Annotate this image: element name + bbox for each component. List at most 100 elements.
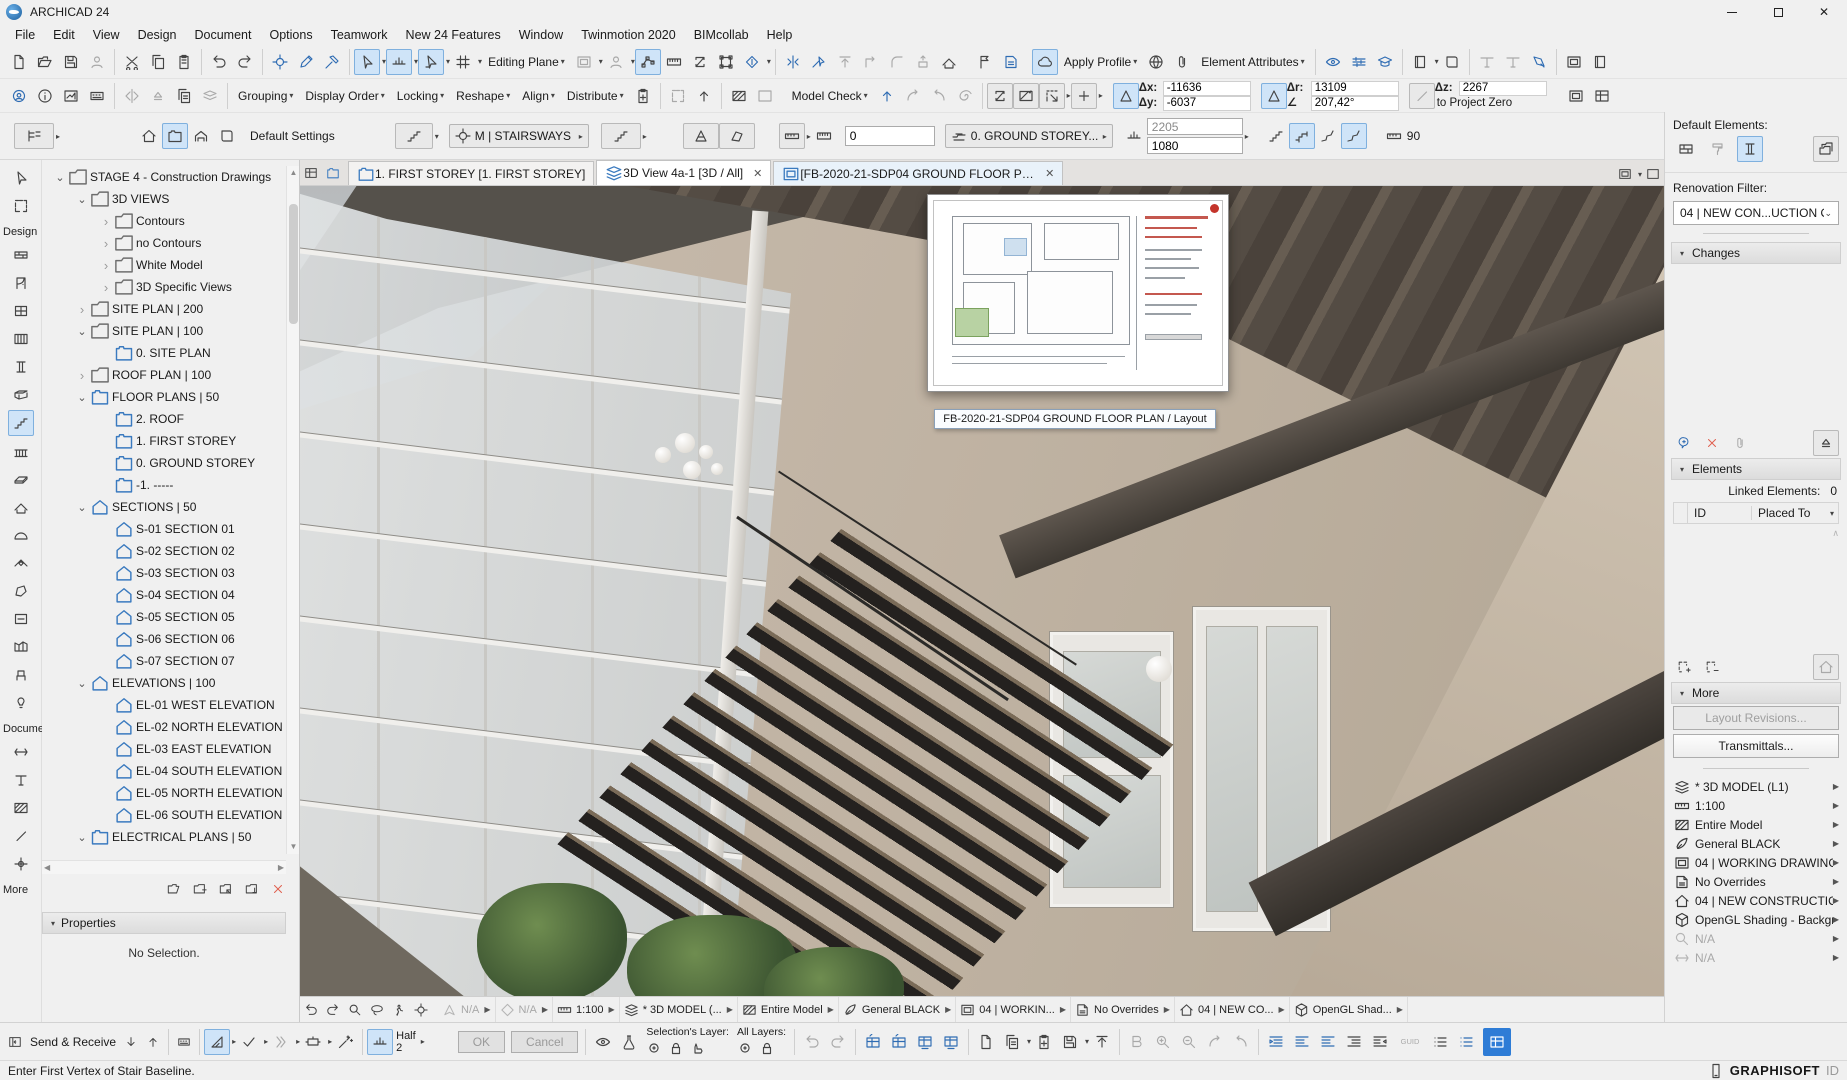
dimension-12-button[interactable] (661, 49, 687, 75)
hatch-toggle-button[interactable] (726, 83, 752, 109)
find-select-button[interactable] (267, 49, 293, 75)
reshape-dropdown[interactable]: Reshape▾ (450, 85, 516, 107)
eyeball-button[interactable] (590, 1029, 616, 1055)
navigator-pin-caret[interactable]: ▸ (56, 132, 60, 141)
transform-method-button[interactable] (300, 1029, 326, 1055)
home-storey-dropdown[interactable]: 0. GROUND STOREY...▸ (945, 124, 1113, 148)
quick-option-row[interactable]: 04 | NEW CONSTRUCTION ... ▶ (1673, 891, 1839, 910)
navigator-tree-item[interactable]: EL-05 NORTH ELEVATION (BOU (42, 782, 286, 804)
shortcuts-button[interactable] (84, 83, 110, 109)
undo-small-button[interactable] (799, 1029, 825, 1055)
zone-tool[interactable] (8, 606, 34, 632)
pop-up-navigator-button[interactable] (322, 162, 344, 184)
stair-baseline-caret[interactable]: ▸ (643, 132, 647, 141)
resize-button[interactable] (910, 49, 936, 75)
menu-item[interactable]: New 24 Features (397, 26, 510, 44)
navigator-tree-item[interactable]: S-07 SECTION 07 (42, 650, 286, 672)
navigator-tree-item[interactable]: FLOOR PLANS | 50 (42, 386, 286, 408)
quick-option-item[interactable]: OpenGL Shad... ▶ (1290, 997, 1408, 1022)
column-tool[interactable] (8, 354, 34, 380)
all-layers-lock-icon[interactable] (759, 1040, 775, 1056)
favorite-stair-dropdown[interactable]: M | STAIRSWAYS▸ (449, 124, 589, 148)
elevation-stepper[interactable]: ▸ (1245, 132, 1249, 141)
navigator-tree-item[interactable]: SITE PLAN | 200 (42, 298, 286, 320)
expand-arrow-icon[interactable] (74, 677, 90, 690)
menu-item[interactable]: File (6, 26, 44, 44)
expand-arrow-icon[interactable] (52, 171, 68, 184)
send-button[interactable] (142, 1031, 164, 1053)
clipboard-plus-button[interactable] (630, 83, 656, 109)
quick-option-item[interactable]: N/A ▶ (438, 997, 496, 1022)
dimension-tool[interactable] (8, 739, 34, 765)
stair-type-ramp-button[interactable] (1315, 123, 1341, 149)
intersect-button[interactable] (858, 49, 884, 75)
stair-baseline-button[interactable] (601, 123, 641, 149)
tab-list-button[interactable] (1614, 163, 1636, 185)
navigator-tree-item[interactable]: EL-03 EAST ELEVATION (42, 738, 286, 760)
delete-change-button[interactable] (1701, 432, 1723, 454)
window-tool[interactable] (8, 298, 34, 324)
menu-item[interactable]: Help (758, 26, 802, 44)
beam-tool[interactable] (8, 382, 34, 408)
shell-tool[interactable] (8, 522, 34, 548)
winder-b-button[interactable] (719, 123, 755, 149)
riser-display-button[interactable] (1381, 123, 1407, 149)
zoom-back-button[interactable] (300, 999, 322, 1021)
align-dropdown[interactable]: Align▾ (516, 85, 561, 107)
menu-item[interactable]: View (84, 26, 129, 44)
scroll-left-icon[interactable]: ◀ (44, 863, 50, 872)
object-tool[interactable] (8, 662, 34, 688)
filters-button[interactable] (1346, 49, 1372, 75)
offset-mode-button[interactable] (1121, 123, 1147, 149)
arrow-tool-button[interactable] (354, 49, 380, 75)
railing-tool[interactable] (8, 438, 34, 464)
quick-option-row[interactable]: General BLACK ▶ (1673, 834, 1839, 853)
organizer-button[interactable] (1587, 49, 1613, 75)
navigator-tree-item[interactable]: 1. FIRST STOREY (42, 430, 286, 452)
geometry-method-button[interactable] (204, 1029, 230, 1055)
pan-left-button[interactable] (1202, 1029, 1228, 1055)
stretch-button[interactable] (687, 49, 713, 75)
favorites-palette-button[interactable] (1407, 49, 1433, 75)
navigator-tree-item[interactable]: SITE PLAN | 100 (42, 320, 286, 342)
line-tool[interactable] (8, 823, 34, 849)
quick-option-row[interactable]: N/A ▶ (1673, 948, 1839, 967)
full-screen-button[interactable] (1642, 163, 1664, 185)
info-button[interactable] (32, 83, 58, 109)
model-check-dropdown[interactable]: Model Check▾ (786, 85, 874, 107)
quick-option-row[interactable]: * 3D MODEL (L1) ▶ (1673, 777, 1839, 796)
dot-arrow-option-button[interactable] (1039, 83, 1065, 109)
magic-wand-button[interactable] (332, 1029, 358, 1055)
view-tab[interactable]: [FB-2020-21-SDP04 GROUND FLOOR PLAN] ✕ (773, 161, 1063, 185)
dz-field[interactable] (1459, 81, 1547, 96)
column-default-button[interactable] (1737, 136, 1763, 162)
view-map-button[interactable] (162, 123, 188, 149)
spiral-button[interactable] (952, 83, 978, 109)
tab-overview-button[interactable] (300, 162, 322, 184)
elevation-input[interactable] (1147, 137, 1243, 154)
zoom-out-small-button[interactable] (1176, 1029, 1202, 1055)
pin-view-button[interactable] (241, 878, 263, 900)
menu-item[interactable]: BIMcollab (685, 26, 758, 44)
wall-default-button[interactable] (1673, 136, 1699, 162)
hotspot-tool[interactable] (8, 851, 34, 877)
scroll-up-icon[interactable]: ▲ (287, 166, 300, 180)
ok-button[interactable]: OK (458, 1031, 505, 1053)
grouping-dropdown[interactable]: Grouping▾ (232, 85, 299, 107)
fill-tool[interactable] (8, 795, 34, 821)
menu-item[interactable]: Document (186, 26, 261, 44)
navigator-tree-item[interactable]: White Model (42, 254, 286, 276)
navigator-tree-item[interactable]: 0. SITE PLAN (42, 342, 286, 364)
relative-mode-button[interactable] (367, 1029, 393, 1055)
globe-button[interactable] (1143, 49, 1169, 75)
menu-item[interactable]: Options (260, 26, 321, 44)
placed-to-column-header[interactable]: Placed To (1752, 506, 1828, 520)
expand-arrow-icon[interactable] (98, 258, 114, 273)
layer-show-icon[interactable] (646, 1040, 662, 1056)
tsquare-b-button[interactable] (1500, 49, 1526, 75)
navigator-tree-item[interactable]: STAGE 4 - Construction Drawings (42, 166, 286, 188)
navigator-tree-item[interactable]: S-02 SECTION 02 (42, 540, 286, 562)
expand-arrow-icon[interactable] (74, 302, 90, 317)
undo-button[interactable] (206, 49, 232, 75)
extrude-button[interactable] (832, 49, 858, 75)
